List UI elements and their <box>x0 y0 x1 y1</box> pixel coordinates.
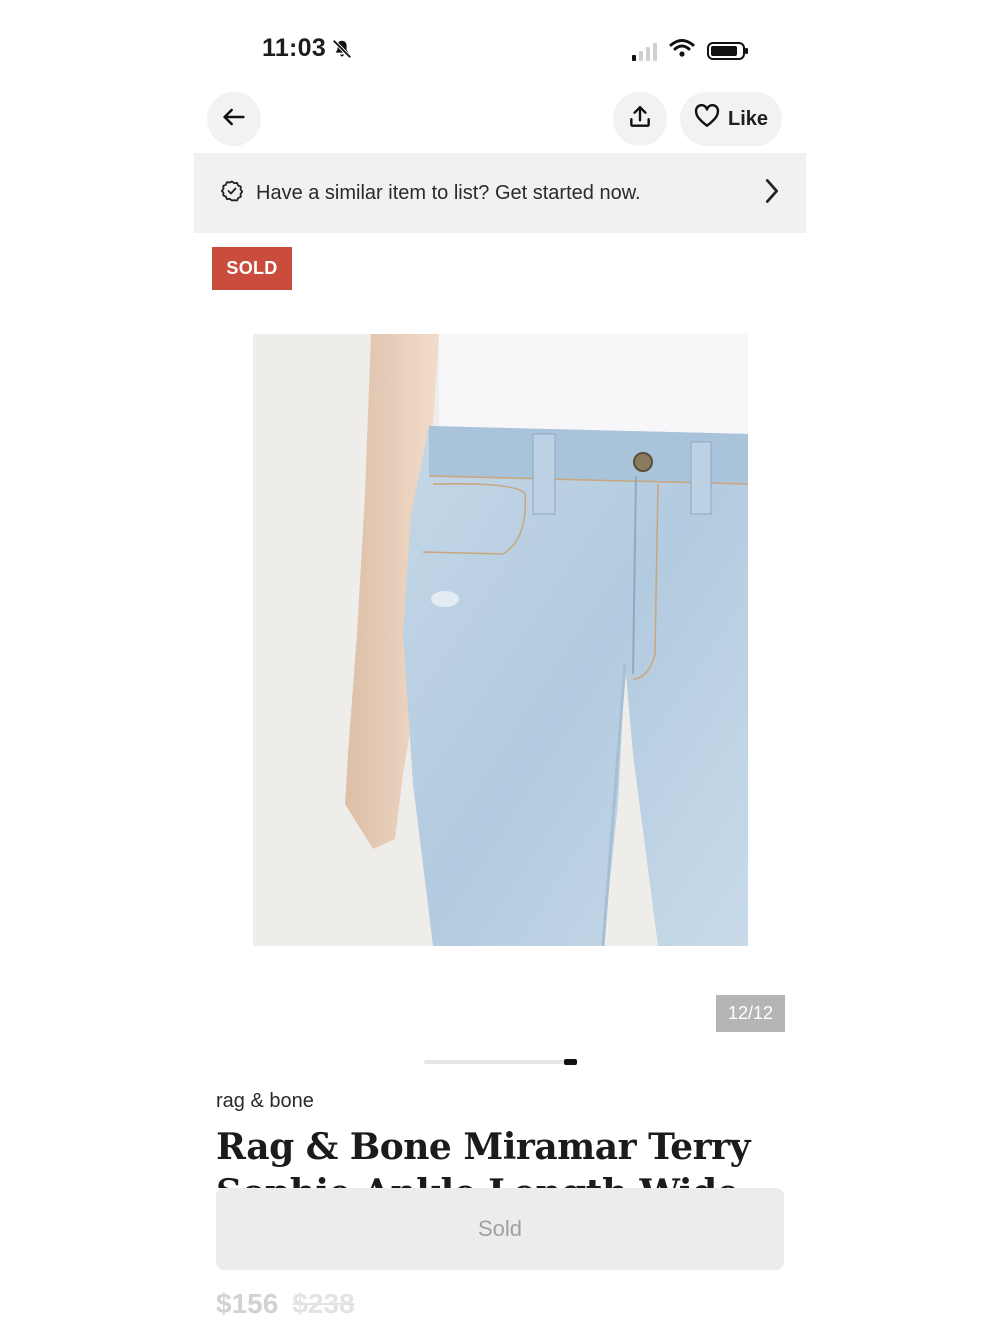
like-label: Like <box>727 107 769 130</box>
share-icon <box>627 104 653 135</box>
like-button[interactable]: Like <box>680 92 782 146</box>
original-price: $238 <box>292 1288 355 1319</box>
badge-check-icon <box>220 179 244 208</box>
current-price: $156 <box>216 1288 279 1319</box>
arrow-left-icon <box>220 103 248 136</box>
heart-icon <box>694 103 720 134</box>
product-title-container: Rag & Bone Miramar Terry Sophie Ankle Le… <box>216 1124 796 1188</box>
brand-name[interactable]: rag & bone <box>216 1090 314 1113</box>
product-image[interactable] <box>253 334 748 946</box>
chevron-right-icon <box>762 177 782 210</box>
cellular-signal-icon <box>632 41 657 61</box>
share-button[interactable] <box>613 92 667 146</box>
status-time: 11:03 <box>262 34 327 62</box>
bell-slash-icon <box>331 38 353 65</box>
back-button[interactable] <box>207 92 261 146</box>
battery-icon <box>707 41 748 60</box>
gallery-pager-indicator <box>564 1059 577 1065</box>
product-title: Rag & Bone Miramar Terry Sophie Ankle Le… <box>216 1126 751 1188</box>
wifi-icon <box>669 38 695 63</box>
list-similar-banner[interactable]: Have a similar item to list? Get started… <box>194 153 806 233</box>
sold-badge: SOLD <box>212 247 292 290</box>
sold-button[interactable]: Sold <box>216 1188 784 1270</box>
price-row: $156 $238 <box>216 1288 355 1320</box>
gallery-pager-track <box>424 1060 576 1064</box>
status-indicators <box>632 38 748 63</box>
banner-text: Have a similar item to list? Get started… <box>256 181 641 204</box>
image-counter: 12/12 <box>716 995 785 1032</box>
